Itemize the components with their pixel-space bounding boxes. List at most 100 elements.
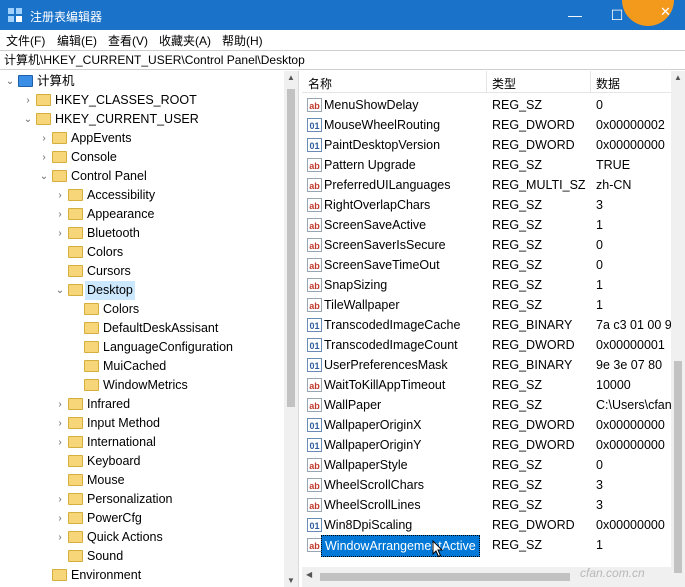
- string-value-icon: ab: [307, 158, 322, 172]
- tree-item[interactable]: ⌄ Desktop: [0, 281, 284, 300]
- menu-view[interactable]: 查看(V): [108, 32, 148, 49]
- value-row[interactable]: ab ScreenSaverIsSecure REG_SZ 0: [302, 235, 671, 255]
- tree-item[interactable]: WindowMetrics: [0, 376, 284, 395]
- tree-item[interactable]: › Appearance: [0, 205, 284, 224]
- value-name: PreferredUILanguages: [324, 178, 451, 192]
- tree-scrollbar[interactable]: ▲ ▼: [284, 71, 298, 587]
- chevron-down-icon[interactable]: ⌄: [22, 110, 34, 129]
- chevron-right-icon[interactable]: ›: [38, 148, 50, 167]
- tree-item[interactable]: › AppEvents: [0, 129, 284, 148]
- tree-item[interactable]: › Personalization: [0, 490, 284, 509]
- minimize-button[interactable]: —: [552, 0, 598, 30]
- menu-file[interactable]: 文件(F): [6, 32, 45, 49]
- tree-item[interactable]: › Quick Actions: [0, 528, 284, 547]
- chevron-right-icon[interactable]: ›: [54, 414, 66, 433]
- tree-item[interactable]: Colors: [0, 243, 284, 262]
- value-name: WallpaperOriginY: [324, 438, 422, 452]
- value-row[interactable]: 01 TranscodedImageCount REG_DWORD 0x0000000…: [302, 335, 671, 355]
- value-row[interactable]: 01 MouseWheelRouting REG_DWORD 0x00000002: [302, 115, 671, 135]
- value-row[interactable]: ab TileWallpaper REG_SZ 1: [302, 295, 671, 315]
- tree-item[interactable]: Environment: [0, 566, 284, 585]
- scroll-up-icon[interactable]: ▲: [671, 73, 685, 82]
- chevron-right-icon[interactable]: ›: [38, 129, 50, 148]
- value-row[interactable]: ab PreferredUILanguages REG_MULTI_SZ zh-CN: [302, 175, 671, 195]
- chevron-right-icon[interactable]: ›: [54, 433, 66, 452]
- folder-icon: [52, 132, 67, 144]
- value-name: WallpaperStyle: [324, 458, 408, 472]
- value-row[interactable]: ab ScreenSaveTimeOut REG_SZ 0: [302, 255, 671, 275]
- string-value-icon: ab: [307, 218, 322, 232]
- chevron-down-icon[interactable]: ⌄: [4, 72, 16, 91]
- value-row[interactable]: ab RightOverlapChars REG_SZ 3: [302, 195, 671, 215]
- chevron-right-icon[interactable]: ›: [54, 395, 66, 414]
- binary-value-icon: 01: [307, 138, 322, 152]
- key-tree[interactable]: ⌄ 计算机 › HKEY_CLASSES_ROOT ⌄ HKEY_CURRENT_USER…: [0, 71, 284, 587]
- tree-item[interactable]: Keyboard: [0, 452, 284, 471]
- value-type: REG_SZ: [492, 158, 543, 172]
- chevron-down-icon[interactable]: ⌄: [54, 281, 66, 300]
- tree-item[interactable]: › PowerCfg: [0, 509, 284, 528]
- column-type[interactable]: 类型: [492, 75, 516, 92]
- value-row[interactable]: ab SnapSizing REG_SZ 1: [302, 275, 671, 295]
- tree-item[interactable]: ⌄ HKEY_CURRENT_USER: [0, 110, 284, 129]
- menu-favorites[interactable]: 收藏夹(A): [159, 32, 211, 49]
- tree-item[interactable]: ⌄ Control Panel: [0, 167, 284, 186]
- tree-item[interactable]: › Accessibility: [0, 186, 284, 205]
- close-icon[interactable]: ✕: [660, 4, 671, 20]
- tree-item[interactable]: › Bluetooth: [0, 224, 284, 243]
- tree-item[interactable]: › Console: [0, 148, 284, 167]
- scroll-left-icon[interactable]: ◀: [306, 570, 312, 579]
- menu-edit[interactable]: 编辑(E): [57, 32, 97, 49]
- tree-item[interactable]: › International: [0, 433, 284, 452]
- list-scrollbar[interactable]: ▲: [671, 71, 685, 587]
- list-scroll-thumb[interactable]: [674, 361, 682, 573]
- column-name[interactable]: 名称: [308, 75, 332, 92]
- value-row[interactable]: ab WallPaper REG_SZ C:\Users\cfan: [302, 395, 671, 415]
- tree-item[interactable]: Colors: [0, 300, 284, 319]
- values-list[interactable]: 名称 类型 数据 ab MenuShowDelay REG_SZ 0 01 MouseWh…: [302, 71, 671, 587]
- value-row[interactable]: ab WaitToKillAppTimeout REG_SZ 10000: [302, 375, 671, 395]
- tree-item[interactable]: ⌄ 计算机: [0, 72, 284, 91]
- tree-item[interactable]: LanguageConfiguration: [0, 338, 284, 357]
- value-row[interactable]: ab WheelScrollLines REG_SZ 3: [302, 495, 671, 515]
- value-row[interactable]: 01 PaintDesktopVersion REG_DWORD 0x00000000: [302, 135, 671, 155]
- scroll-up-icon[interactable]: ▲: [284, 73, 298, 82]
- tree-scroll-thumb[interactable]: [287, 89, 295, 407]
- value-row[interactable]: ab WindowArrangementActive REG_SZ 1: [302, 535, 671, 557]
- tree-item[interactable]: DefaultDeskAssisant: [0, 319, 284, 338]
- chevron-right-icon[interactable]: ›: [54, 509, 66, 528]
- tree-item[interactable]: › HKEY_CLASSES_ROOT: [0, 91, 284, 110]
- value-row[interactable]: ab ScreenSaveActive REG_SZ 1: [302, 215, 671, 235]
- tree-item[interactable]: Mouse: [0, 471, 284, 490]
- tree-item[interactable]: › Input Method: [0, 414, 284, 433]
- value-row[interactable]: ab WheelScrollChars REG_SZ 3: [302, 475, 671, 495]
- tree-item[interactable]: › Infrared: [0, 395, 284, 414]
- scroll-down-icon[interactable]: ▼: [284, 576, 298, 585]
- value-name: WheelScrollLines: [324, 498, 421, 512]
- chevron-right-icon[interactable]: ›: [54, 224, 66, 243]
- value-row[interactable]: 01 Win8DpiScaling REG_DWORD 0x00000000: [302, 515, 671, 535]
- tree-item-label: WindowMetrics: [103, 378, 188, 392]
- value-row[interactable]: ab MenuShowDelay REG_SZ 0: [302, 95, 671, 115]
- value-row[interactable]: 01 WallpaperOriginX REG_DWORD 0x00000000: [302, 415, 671, 435]
- chevron-right-icon[interactable]: ›: [22, 91, 34, 110]
- address-bar[interactable]: 计算机\HKEY_CURRENT_USER\Control Panel\Desk…: [0, 50, 685, 70]
- hscroll-thumb[interactable]: [320, 573, 570, 581]
- tree-item[interactable]: MuiCached: [0, 357, 284, 376]
- tree-item[interactable]: Cursors: [0, 262, 284, 281]
- column-data[interactable]: 数据: [596, 75, 620, 92]
- folder-icon: [68, 455, 83, 467]
- chevron-down-icon[interactable]: ⌄: [38, 167, 50, 186]
- value-row[interactable]: ab WallpaperStyle REG_SZ 0: [302, 455, 671, 475]
- value-row[interactable]: 01 WallpaperOriginY REG_DWORD 0x00000000: [302, 435, 671, 455]
- chevron-right-icon[interactable]: ›: [54, 528, 66, 547]
- value-row[interactable]: 01 UserPreferencesMask REG_BINARY 9e 3e 07 …: [302, 355, 671, 375]
- chevron-right-icon[interactable]: ›: [54, 186, 66, 205]
- value-row[interactable]: 01 TranscodedImageCache REG_BINARY 7a c3 01…: [302, 315, 671, 335]
- chevron-right-icon[interactable]: ›: [54, 205, 66, 224]
- menu-help[interactable]: 帮助(H): [222, 32, 263, 49]
- tree-item[interactable]: Sound: [0, 547, 284, 566]
- chevron-right-icon[interactable]: ›: [54, 490, 66, 509]
- tree-item-label: Appearance: [87, 207, 155, 221]
- value-row[interactable]: ab Pattern Upgrade REG_SZ TRUE: [302, 155, 671, 175]
